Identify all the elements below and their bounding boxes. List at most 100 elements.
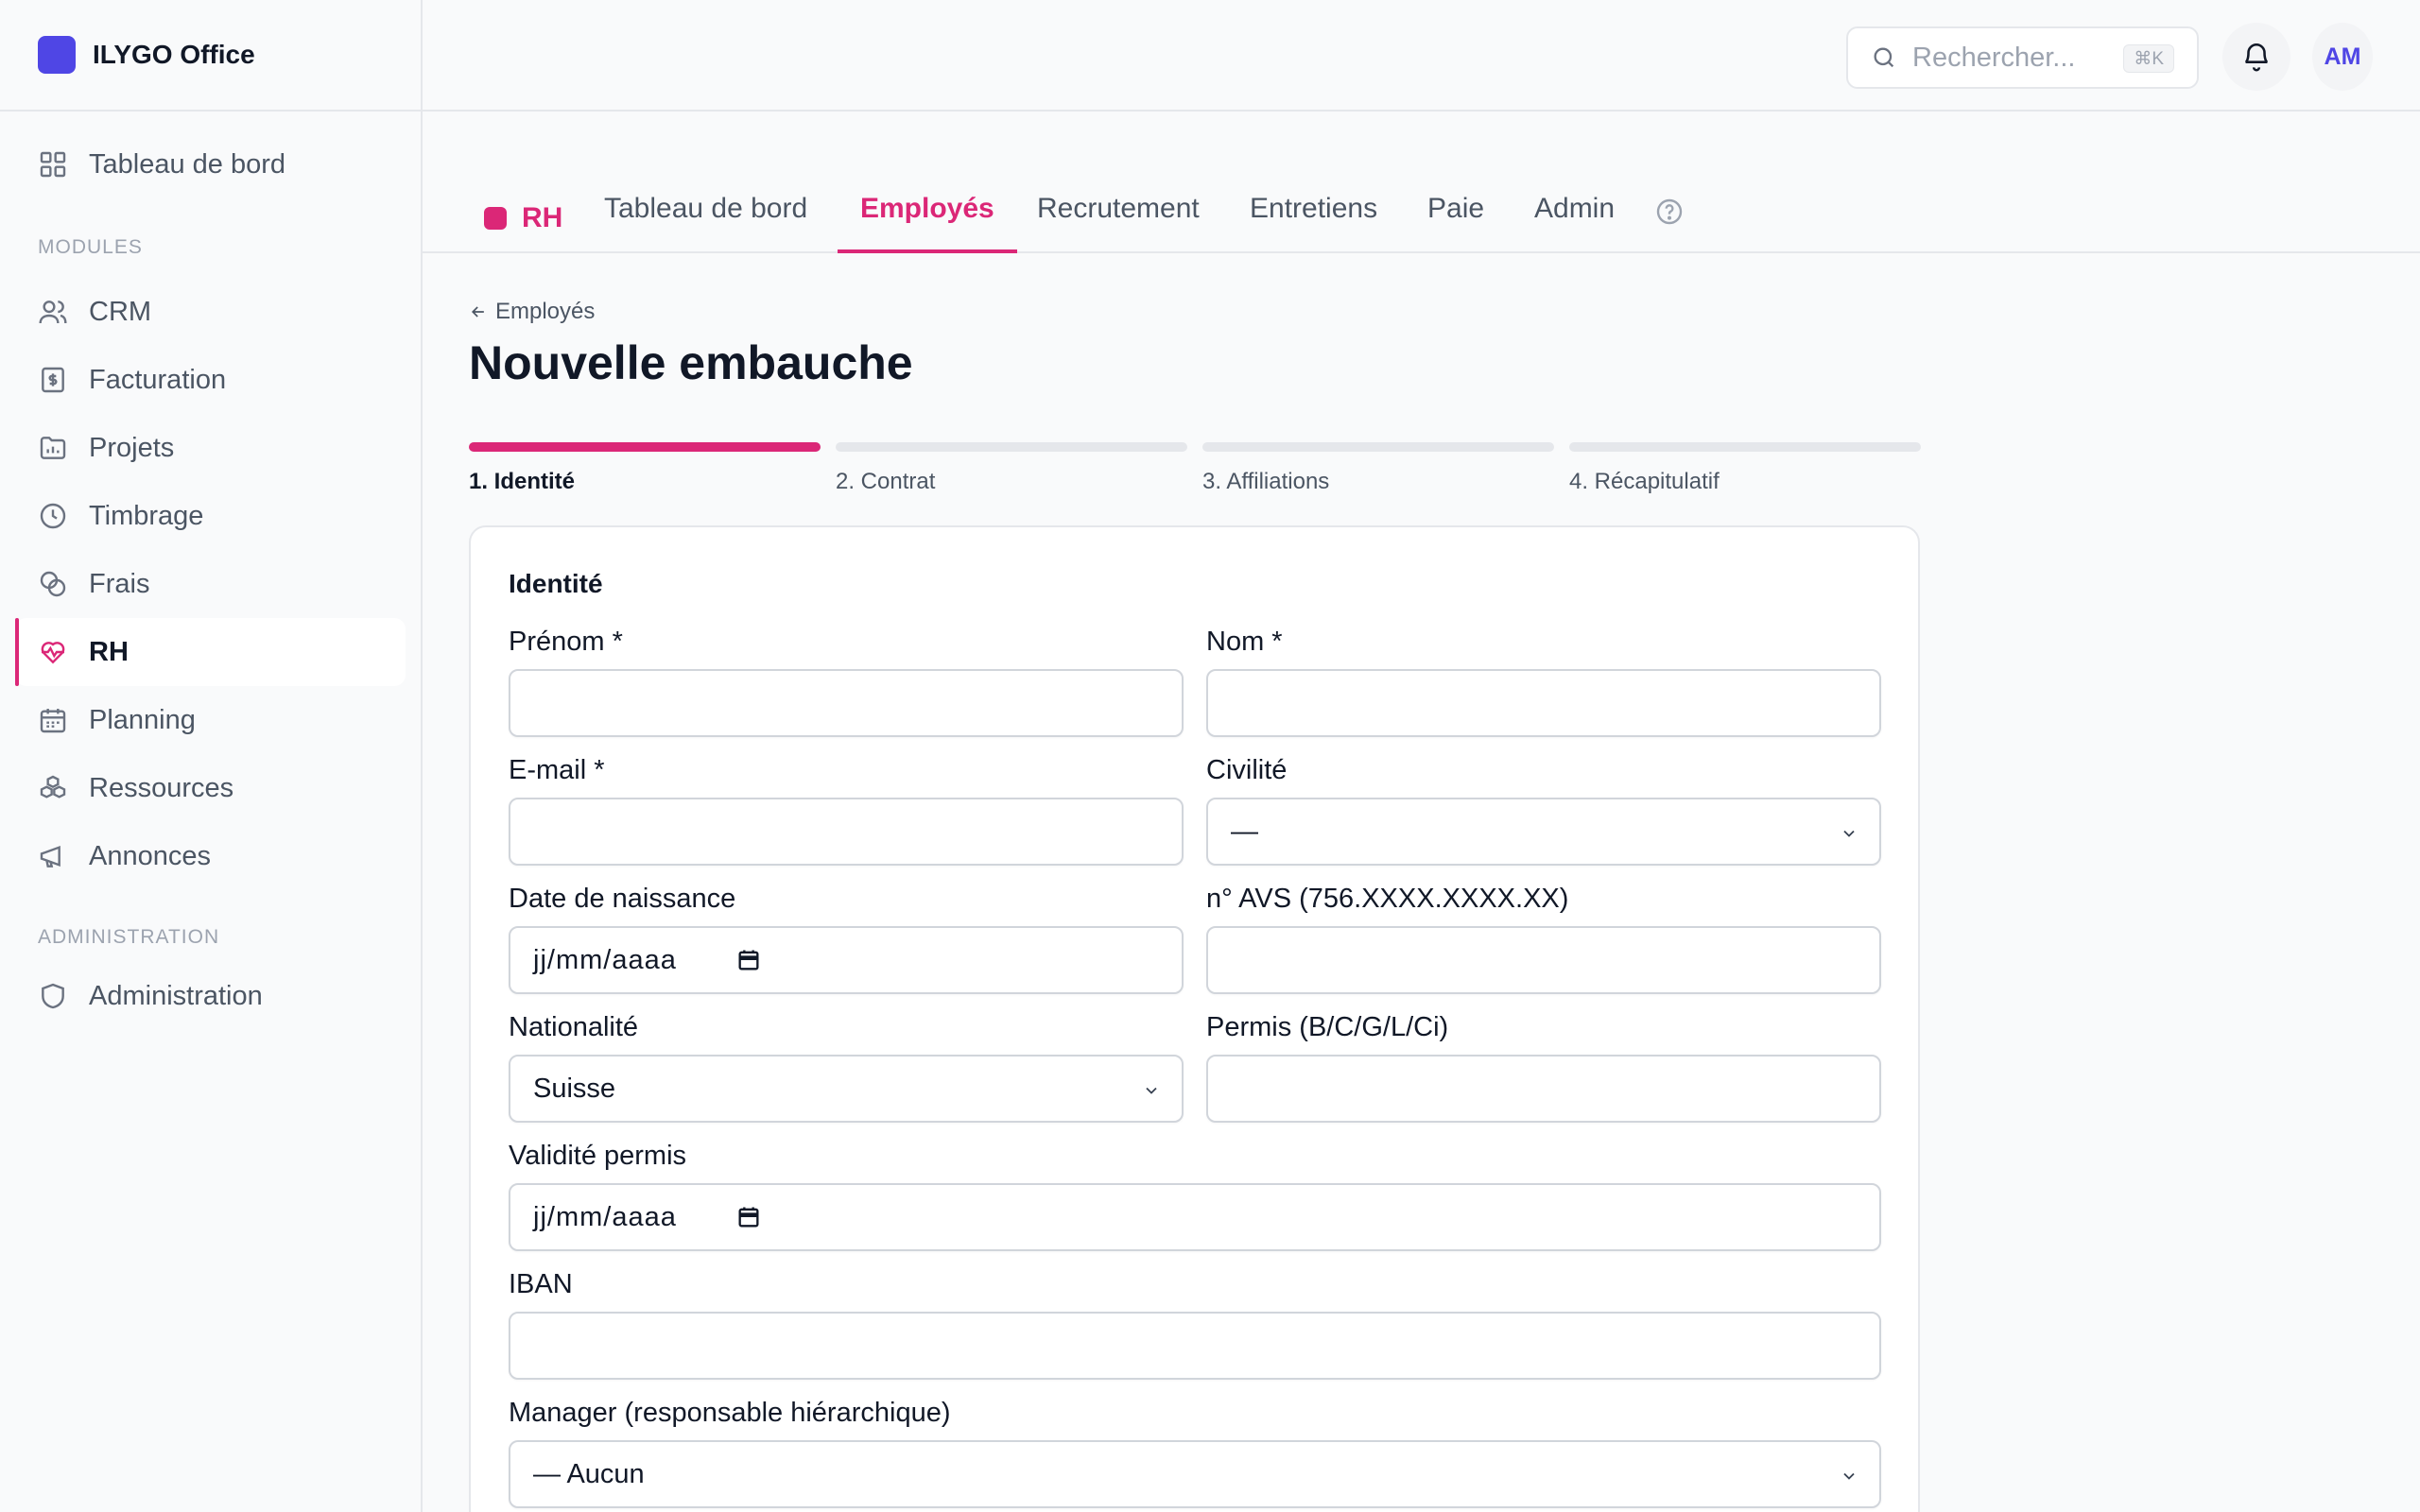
help-icon[interactable] xyxy=(1654,197,1685,227)
sidebar-item-dashboard[interactable]: Tableau de bord xyxy=(15,130,406,198)
manager-select[interactable]: — Aucun xyxy=(509,1440,1881,1508)
avs-input[interactable] xyxy=(1206,926,1881,994)
date-placeholder: jj/mm/aaaa xyxy=(533,944,677,975)
calendar-icon xyxy=(40,709,66,733)
step-label: 4. Récapitulatif xyxy=(1569,469,1720,494)
tab-tableau-de-bord[interactable]: Tableau de bord xyxy=(604,193,807,253)
identity-form-card: Identité Prénom * Nom * E-mail * Civilit… xyxy=(469,525,1920,1512)
sidebar-item-label: Facturation xyxy=(89,364,227,395)
step-4[interactable]: 4. Récapitulatif xyxy=(1569,442,1921,495)
stepper: 1. Identité 2. Contrat 3. Affiliations 4… xyxy=(469,442,1921,499)
back-link[interactable]: Employés xyxy=(469,299,595,325)
search-shortcut: ⌘K xyxy=(2123,44,2174,73)
sidebar-item-rh[interactable]: RH xyxy=(15,618,406,686)
sidebar-item-annonces[interactable]: Annonces xyxy=(15,822,406,890)
sidebar-item-timbrage[interactable]: Timbrage xyxy=(15,482,406,550)
tab-admin[interactable]: Admin xyxy=(1534,193,1615,253)
prenom-input[interactable] xyxy=(509,669,1184,737)
step-label: 2. Contrat xyxy=(836,469,936,494)
bell-icon xyxy=(2244,43,2269,72)
sidebar-item-facturation[interactable]: Facturation xyxy=(15,346,406,414)
field-label: Civilité xyxy=(1206,755,1288,785)
sidebar-item-label: CRM xyxy=(89,296,152,327)
step-1[interactable]: 1. Identité xyxy=(469,442,821,495)
avatar[interactable]: AM xyxy=(2312,23,2373,91)
field-avs: n° AVS (756.XXXX.XXXX.XX) xyxy=(1206,883,1881,994)
field-label: IBAN xyxy=(509,1269,573,1299)
sidebar-item-label: Projets xyxy=(89,432,175,463)
civilite-select[interactable]: — xyxy=(1206,798,1881,866)
calendar-icon[interactable] xyxy=(735,1204,762,1230)
section-label-admin: ADMINISTRATION xyxy=(38,926,220,948)
sidebar-item-label: Ressources xyxy=(89,772,234,803)
invoice-icon xyxy=(42,367,64,393)
select-value: — Aucun xyxy=(533,1458,645,1489)
field-manager: Manager (responsable hiérarchique) — Auc… xyxy=(509,1397,1881,1508)
calendar-icon[interactable] xyxy=(735,947,762,973)
field-validite-permis: Validité permis jj/mm/aaaa xyxy=(509,1140,1881,1251)
back-label: Employés xyxy=(495,299,596,324)
tab-recrutement[interactable]: Recrutement xyxy=(1037,193,1200,253)
chevron-down-icon xyxy=(1146,1087,1157,1094)
megaphone-icon xyxy=(40,845,60,868)
sidebar-item-planning[interactable]: Planning xyxy=(15,686,406,754)
field-prenom: Prénom * xyxy=(509,626,1184,737)
sidebar-item-label: Planning xyxy=(89,704,196,735)
sidebar-item-administration[interactable]: Administration xyxy=(15,962,406,1030)
permis-input[interactable] xyxy=(1206,1055,1881,1123)
sidebar-item-label: Annonces xyxy=(89,840,211,871)
sidebar-item-label: Tableau de bord xyxy=(89,148,285,180)
step-progress xyxy=(469,442,821,452)
field-email: E-mail * xyxy=(509,754,1184,866)
notifications-button[interactable] xyxy=(2222,23,2290,91)
section-title: Identité xyxy=(509,569,603,598)
date-naissance-input[interactable]: jj/mm/aaaa xyxy=(509,926,1184,994)
field-label: Prénom * xyxy=(509,627,623,657)
field-label: Permis (B/C/G/L/Ci) xyxy=(1206,1012,1449,1042)
field-nationalite: Nationalité Suisse xyxy=(509,1011,1184,1123)
chevron-down-icon xyxy=(1843,1472,1855,1480)
brand[interactable]: ILYGO Office xyxy=(0,0,421,112)
iban-input[interactable] xyxy=(509,1312,1881,1380)
page-title: Nouvelle embauche xyxy=(469,336,913,389)
step-progress xyxy=(1202,442,1554,452)
module-tabs: RH Tableau de bord Employés Recrutement … xyxy=(423,112,2420,253)
sidebar-item-ressources[interactable]: Ressources xyxy=(15,754,406,822)
module-badge: RH xyxy=(484,202,562,234)
select-value: Suisse xyxy=(533,1073,616,1104)
sidebar-item-crm[interactable]: CRM xyxy=(15,278,406,346)
sidebar-item-frais[interactable]: Frais xyxy=(15,550,406,618)
grid-icon xyxy=(40,151,66,178)
field-label: Manager (responsable hiérarchique) xyxy=(509,1398,951,1428)
module-dot xyxy=(484,207,507,230)
step-progress xyxy=(836,442,1187,452)
nationalite-select[interactable]: Suisse xyxy=(509,1055,1184,1123)
tab-paie[interactable]: Paie xyxy=(1427,193,1484,253)
sidebar-item-projets[interactable]: Projets xyxy=(15,414,406,482)
search-icon xyxy=(1874,47,1894,68)
boxes-icon xyxy=(40,775,66,799)
sidebar: ILYGO Office Tableau de bord MODULES CRM… xyxy=(0,0,423,1512)
tab-entretiens[interactable]: Entretiens xyxy=(1250,193,1377,253)
field-date-naissance: Date de naissance jj/mm/aaaa xyxy=(509,883,1184,994)
field-label: E-mail * xyxy=(509,755,605,785)
field-label: n° AVS (756.XXXX.XXXX.XX) xyxy=(1206,884,1569,914)
field-label: Nom * xyxy=(1206,627,1283,657)
validite-permis-input[interactable]: jj/mm/aaaa xyxy=(509,1183,1881,1251)
tab-employes[interactable]: Employés xyxy=(838,193,1017,253)
sidebar-item-label: Timbrage xyxy=(89,500,204,531)
heart-pulse-icon xyxy=(41,642,65,664)
step-3[interactable]: 3. Affiliations xyxy=(1202,442,1554,495)
date-placeholder: jj/mm/aaaa xyxy=(533,1201,677,1232)
nom-input[interactable] xyxy=(1206,669,1881,737)
clock-icon xyxy=(40,503,66,529)
step-label: 1. Identité xyxy=(469,469,576,494)
section-label-modules: MODULES xyxy=(38,236,143,258)
step-2[interactable]: 2. Contrat xyxy=(836,442,1187,495)
field-permis: Permis (B/C/G/L/Ci) xyxy=(1206,1011,1881,1123)
email-input[interactable] xyxy=(509,798,1184,866)
field-civilite: Civilité — xyxy=(1206,754,1881,866)
search-input[interactable]: Rechercher... ⌘K xyxy=(1846,26,2199,89)
chevron-down-icon xyxy=(1843,830,1855,837)
coins-icon xyxy=(40,571,66,597)
